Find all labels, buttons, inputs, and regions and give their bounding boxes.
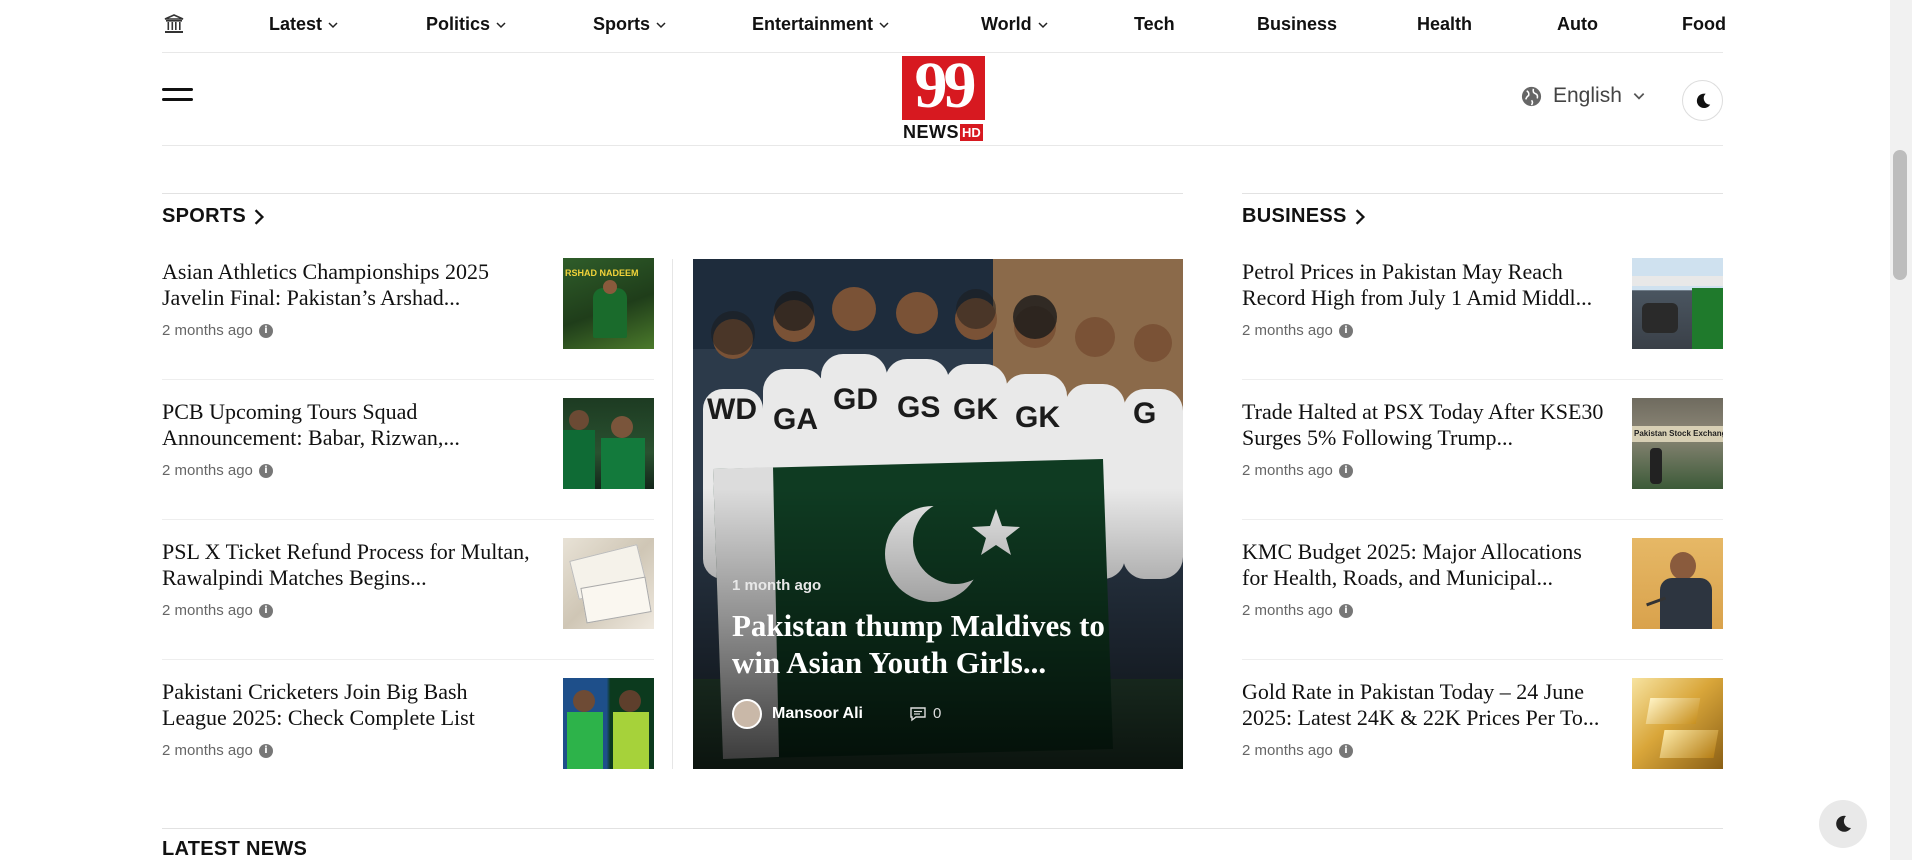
nav-politics[interactable]: Politics [426,14,507,35]
globe-icon [1521,86,1542,106]
moon-icon [1836,815,1851,832]
sports-section-title[interactable]: SPORTS [162,205,266,228]
item-divider [1242,379,1723,380]
info-icon[interactable]: i [258,323,273,338]
comment-icon [910,706,926,721]
menu-icon[interactable] [162,88,193,108]
info-icon[interactable]: i [258,603,273,618]
article-thumbnail[interactable] [563,678,654,769]
article-title[interactable]: PSL X Ticket Refund Process for Multan, … [162,539,532,591]
info-icon[interactable]: i [1338,743,1353,758]
info-icon[interactable]: i [258,743,273,758]
nav-food[interactable]: Food [1682,14,1726,35]
article-meta: 2 months ago i [162,602,273,619]
nav-health[interactable]: Health [1417,14,1472,35]
item-divider [162,659,654,660]
chevron-down-icon [1633,93,1645,100]
article-meta: 2 months ago i [1242,602,1353,619]
scrollbar-track[interactable] [1890,0,1912,860]
list-item[interactable]: Pakistani Cricketers Join Big Bash Leagu… [162,678,654,819]
article-meta: 2 months ago i [1242,322,1353,339]
site-logo[interactable]: 99 NEWS HD [902,50,985,144]
chevron-down-icon [1038,21,1048,28]
business-section-rule [1242,193,1723,194]
article-title[interactable]: PCB Upcoming Tours Squad Announcement: B… [162,399,532,451]
avatar [732,699,762,729]
article-title[interactable]: Trade Halted at PSX Today After KSE30 Su… [1242,399,1612,451]
top-navigation: Latest Politics Sports Entertainment Wor… [162,0,1726,53]
article-title[interactable]: Petrol Prices in Pakistan May Reach Reco… [1242,259,1612,311]
list-item[interactable]: Asian Athletics Championships 2025 Javel… [162,258,654,399]
featured-title[interactable]: Pakistan thump Maldives to win Asian You… [732,607,1152,681]
article-title[interactable]: Pakistani Cricketers Join Big Bash Leagu… [162,679,532,731]
list-item[interactable]: Petrol Prices in Pakistan May Reach Reco… [1242,258,1723,399]
article-thumbnail[interactable] [563,538,654,629]
article-meta: 2 months ago i [1242,742,1353,759]
article-thumbnail[interactable] [1632,538,1723,629]
article-thumbnail[interactable]: RSHAD NADEEM [563,258,654,349]
list-item[interactable]: Trade Halted at PSX Today After KSE30 Su… [1242,398,1723,539]
column-divider [672,259,673,769]
chevron-down-icon [656,21,666,28]
featured-article[interactable]: WD GA GD GS GK GK G 1 month ago Pakistan… [693,259,1183,769]
nav-business[interactable]: Business [1257,14,1337,35]
sports-section-rule [162,193,1183,194]
article-meta: 2 months ago i [1242,462,1353,479]
scrollbar-thumb[interactable] [1893,150,1907,280]
nav-sports[interactable]: Sports [593,14,667,35]
moon-icon [1696,93,1710,108]
chevron-right-icon [254,208,265,225]
floating-dark-mode-button[interactable] [1819,800,1867,848]
item-divider [162,379,654,380]
article-meta: 2 months ago i [162,322,273,339]
list-item[interactable]: Gold Rate in Pakistan Today – 24 June 20… [1242,678,1723,819]
nav-auto[interactable]: Auto [1557,14,1598,35]
article-thumbnail[interactable]: Pakistan Stock Exchange [1632,398,1723,489]
nav-entertainment[interactable]: Entertainment [752,14,890,35]
comments-count[interactable]: 0 [909,705,941,722]
info-icon[interactable]: i [1338,463,1353,478]
featured-time: 1 month ago [732,577,822,594]
museum-icon[interactable] [162,12,186,36]
dark-mode-toggle[interactable] [1682,80,1723,121]
article-title[interactable]: Asian Athletics Championships 2025 Javel… [162,259,532,311]
article-title[interactable]: Gold Rate in Pakistan Today – 24 June 20… [1242,679,1612,731]
chevron-down-icon [328,21,338,28]
info-icon[interactable]: i [1338,603,1353,618]
info-icon[interactable]: i [258,463,273,478]
nav-tech[interactable]: Tech [1134,14,1175,35]
latest-news-title[interactable]: LATEST NEWS [162,838,307,860]
article-thumbnail[interactable] [1632,258,1723,349]
chevron-down-icon [496,21,506,28]
featured-author[interactable]: Mansoor Ali [732,699,863,729]
article-thumbnail[interactable] [563,398,654,489]
info-icon[interactable]: i [1338,323,1353,338]
list-item[interactable]: PCB Upcoming Tours Squad Announcement: B… [162,398,654,539]
business-section-title[interactable]: BUSINESS [1242,205,1367,228]
list-item[interactable]: PSL X Ticket Refund Process for Multan, … [162,538,654,679]
list-item[interactable]: KMC Budget 2025: Major Allocations for H… [1242,538,1723,679]
nav-latest[interactable]: Latest [269,14,339,35]
article-title[interactable]: KMC Budget 2025: Major Allocations for H… [1242,539,1612,591]
item-divider [1242,659,1723,660]
chevron-right-icon [1355,208,1365,225]
item-divider [162,519,654,520]
language-selector[interactable]: English [1520,84,1646,108]
article-meta: 2 months ago i [162,742,273,759]
item-divider [1242,519,1723,520]
article-thumbnail[interactable] [1632,678,1723,769]
article-meta: 2 months ago i [162,462,273,479]
site-header: 99 NEWS HD English [162,50,1723,146]
chevron-down-icon [879,21,889,28]
nav-world[interactable]: World [981,14,1049,35]
latest-section-rule [162,828,1723,829]
